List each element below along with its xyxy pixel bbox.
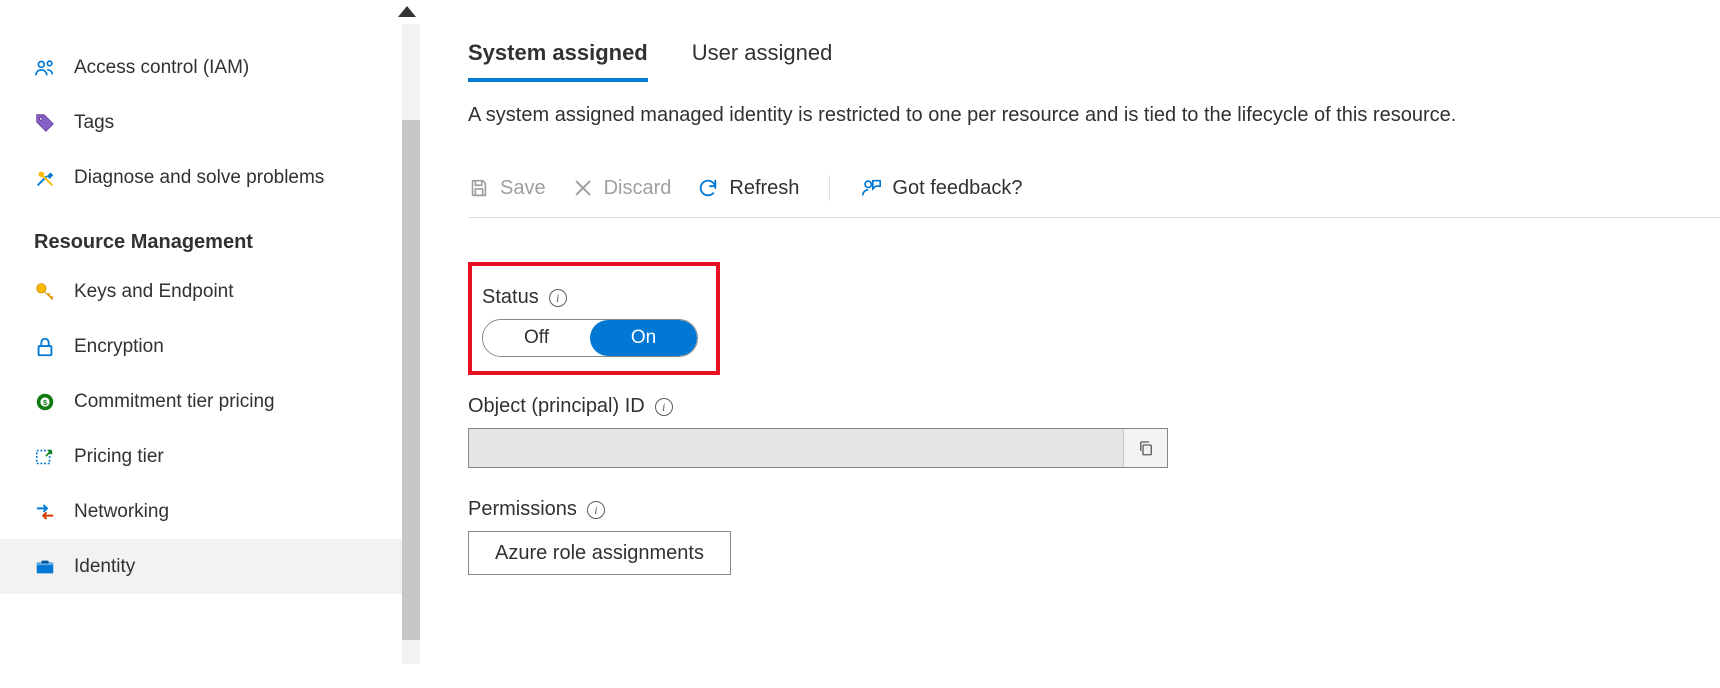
tag-icon [34, 112, 56, 134]
save-label: Save [500, 177, 546, 200]
status-label: Status [482, 286, 539, 309]
sidebar-item-label: Keys and Endpoint [74, 281, 234, 303]
discard-label: Discard [604, 177, 672, 200]
status-highlight-box: Status i Off On [468, 262, 720, 375]
feedback-label: Got feedback? [892, 177, 1022, 200]
lock-icon [34, 336, 56, 358]
info-icon[interactable]: i [587, 501, 605, 519]
sidebar-item-identity[interactable]: Identity [0, 539, 420, 594]
people-icon [34, 57, 56, 79]
sidebar-item-label: Commitment tier pricing [74, 391, 275, 413]
sidebar-item-label: Access control (IAM) [74, 57, 249, 79]
toolbar: Save Discard Refresh Got feedback? [468, 175, 1720, 218]
sidebar-item-label: Networking [74, 501, 169, 523]
object-id-label: Object (principal) ID [468, 395, 645, 418]
refresh-button[interactable]: Refresh [697, 177, 799, 200]
sidebar-item-encryption[interactable]: Encryption [0, 319, 420, 374]
sidebar-item-tags[interactable]: Tags [0, 95, 420, 150]
save-button: Save [468, 177, 546, 200]
sidebar-section-header: Resource Management [0, 205, 420, 264]
sidebar-item-access-control[interactable]: Access control (IAM) [0, 40, 420, 95]
object-id-field: Object (principal) ID i [468, 395, 1720, 468]
object-id-input[interactable] [469, 429, 1123, 467]
azure-role-assignments-button[interactable]: Azure role assignments [468, 531, 731, 575]
svg-text:$: $ [43, 397, 47, 406]
permissions-field: Permissions i Azure role assignments [468, 498, 1720, 575]
object-id-label-row: Object (principal) ID i [468, 395, 1720, 418]
sidebar-item-commitment-tier[interactable]: $ Commitment tier pricing [0, 374, 420, 429]
scroll-thumb[interactable] [402, 120, 420, 640]
permissions-label-row: Permissions i [468, 498, 1720, 521]
sidebar-item-pricing-tier[interactable]: Pricing tier [0, 429, 420, 484]
info-icon[interactable]: i [655, 398, 673, 416]
networking-icon [34, 501, 56, 523]
tab-description: A system assigned managed identity is re… [468, 104, 1720, 127]
feedback-button[interactable]: Got feedback? [860, 177, 1022, 200]
info-icon[interactable]: i [549, 289, 567, 307]
status-toggle[interactable]: Off On [482, 319, 698, 357]
main-content: System assigned User assigned A system a… [420, 0, 1720, 688]
status-label-row: Status i [482, 286, 698, 309]
sidebar-item-label: Identity [74, 556, 135, 578]
sidebar-item-label: Encryption [74, 336, 164, 358]
tab-user-assigned[interactable]: User assigned [692, 40, 833, 82]
tab-system-assigned[interactable]: System assigned [468, 40, 648, 82]
object-id-row [468, 428, 1168, 468]
sidebar-item-diagnose[interactable]: Diagnose and solve problems [0, 150, 420, 205]
toolbar-separator [829, 175, 830, 201]
permissions-label: Permissions [468, 498, 577, 521]
scroll-up-arrow-icon[interactable] [398, 6, 416, 17]
tabs: System assigned User assigned [468, 40, 1720, 82]
status-toggle-on[interactable]: On [590, 320, 697, 356]
sidebar-item-label: Pricing tier [74, 446, 164, 468]
tools-icon [34, 167, 56, 189]
key-icon [34, 281, 56, 303]
sidebar-item-keys-endpoint[interactable]: Keys and Endpoint [0, 264, 420, 319]
identity-icon [34, 556, 56, 578]
sidebar-item-label: Tags [74, 112, 114, 134]
copy-button[interactable] [1123, 429, 1167, 467]
sidebar-item-networking[interactable]: Networking [0, 484, 420, 539]
sidebar: Access control (IAM) Tags Diagnose and s… [0, 0, 420, 688]
discard-button: Discard [572, 177, 672, 200]
status-toggle-off[interactable]: Off [483, 320, 590, 356]
dollar-circle-icon: $ [34, 391, 56, 413]
sidebar-item-label: Diagnose and solve problems [74, 167, 324, 189]
refresh-label: Refresh [729, 177, 799, 200]
pricing-tier-icon [34, 446, 56, 468]
